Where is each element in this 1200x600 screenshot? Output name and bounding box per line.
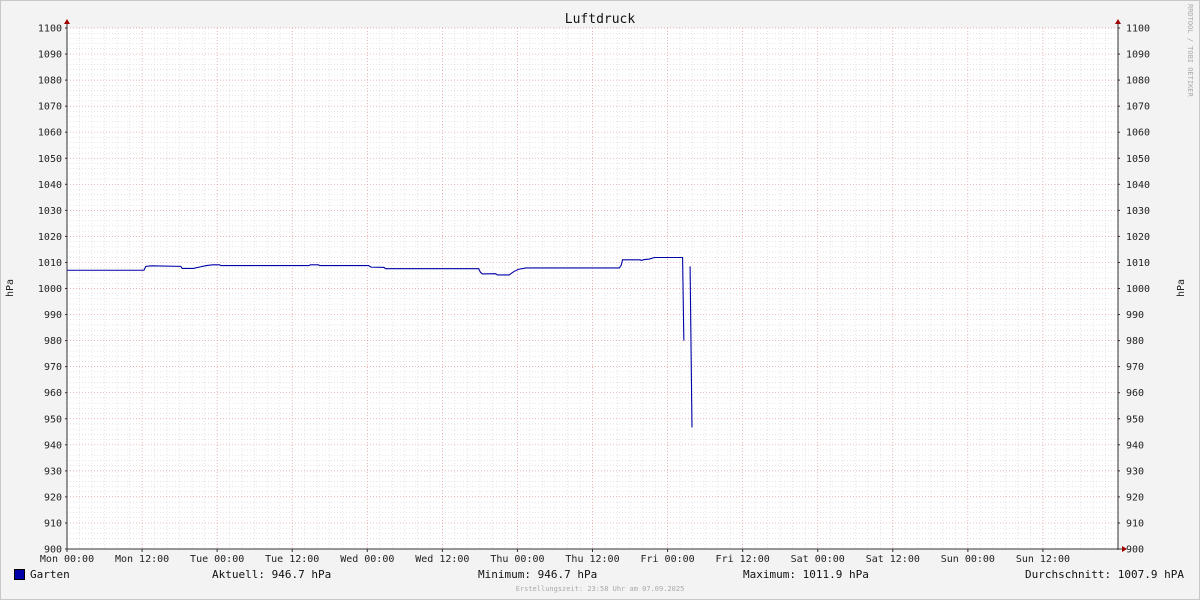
watermark: RRDTOOL / TOBI OETIKER <box>1186 4 1194 98</box>
y-ticks-right: 900 910 920 930 940 950 960 970 980 990 1000 1010 10… <box>1126 24 1150 556</box>
y-ticks-left: 9009109209309409509609709809901000101010… <box>38 24 62 556</box>
legend-maximum: Maximum: 1011.9 hPa <box>743 568 869 581</box>
y-tick-label-right: 1040 <box>1126 180 1150 191</box>
legend-average: Durchschnitt: 1007.9 hPA <box>1025 568 1184 581</box>
y-tick-label-left: 1040 <box>38 180 62 191</box>
y-tick-label-right: 930 <box>1126 466 1144 477</box>
x-tick-label: Tue 00:00 <box>190 554 244 565</box>
y-tick-label-right: 900 <box>1126 545 1144 556</box>
x-tick-label: Tue 12:00 <box>265 554 319 565</box>
y-tick-label-left: 970 <box>44 362 62 373</box>
y-tick-label-left: 950 <box>44 414 62 425</box>
y-tick-label-right: 960 <box>1126 388 1144 399</box>
x-tick-label: Sat 12:00 <box>866 554 920 565</box>
y-tick-label-right: 1030 <box>1126 206 1150 217</box>
y-tick-label-left: 980 <box>44 336 62 347</box>
y-tick-label-left: 940 <box>44 440 62 451</box>
y-tick-label-left: 1010 <box>38 258 62 269</box>
y-tick-label-left: 1100 <box>38 24 62 35</box>
legend-current: Aktuell: 946.7 hPa <box>212 568 332 581</box>
x-tick-label: Sun 12:00 <box>1016 554 1070 565</box>
x-tick-label: Fri 00:00 <box>640 554 694 565</box>
y-tick-label-right: 910 <box>1126 518 1144 529</box>
y-tick-label-right: 1050 <box>1126 154 1150 165</box>
y-tick-label-left: 1020 <box>38 232 62 243</box>
y-tick-label-right: 920 <box>1126 492 1144 503</box>
x-tick-label: Sat 00:00 <box>791 554 845 565</box>
legend-swatch <box>14 569 25 580</box>
y-tick-label-left: 1080 <box>38 76 62 87</box>
x-tick-label: Fri 12:00 <box>716 554 770 565</box>
y-tick-label-left: 960 <box>44 388 62 399</box>
y-axis-arrow-left <box>64 19 70 24</box>
y-tick-label-right: 970 <box>1126 362 1144 373</box>
y-tick-label-left: 1050 <box>38 154 62 165</box>
y-tick-label-left: 930 <box>44 466 62 477</box>
y-axis-label-right: hPa <box>1176 279 1187 297</box>
y-tick-label-left: 920 <box>44 492 62 503</box>
y-tick-label-right: 1000 <box>1126 284 1150 295</box>
y-tick-label-right: 1020 <box>1126 232 1150 243</box>
y-tick-label-right: 1080 <box>1126 76 1150 87</box>
y-tick-label-left: 1070 <box>38 102 62 113</box>
y-tick-label-right: 1070 <box>1126 102 1150 113</box>
legend-minimum: Minimum: 946.7 hPa <box>478 568 598 581</box>
y-tick-label-right: 1010 <box>1126 258 1150 269</box>
grid-lines <box>66 27 1118 550</box>
y-tick-label-right: 990 <box>1126 310 1144 321</box>
x-ticks: Mon 00:00 Mon 12:00 Tue 00:00 Tue 12:00 Wed … <box>40 554 1070 565</box>
y-tick-label-right: 950 <box>1126 414 1144 425</box>
y-tick-label-right: 1090 <box>1126 50 1150 61</box>
y-axis-arrow-right <box>1115 19 1121 24</box>
y-axis-label-left: hPa <box>5 279 16 297</box>
y-tick-label-left: 1000 <box>38 284 62 295</box>
y-tick-label-right: 1100 <box>1126 24 1150 35</box>
x-tick-label: Thu 00:00 <box>490 554 544 565</box>
chart-title: Luftdruck <box>565 12 636 27</box>
pressure-chart: 900 910 920 930 940 950 960 970 980 990 1000 1010 10… <box>5 4 1194 565</box>
y-tick-label-left: 1060 <box>38 128 62 139</box>
y-tick-label-left: 1090 <box>38 50 62 61</box>
x-tick-label: Mon 00:00 <box>40 554 94 565</box>
x-tick-label: Sun 00:00 <box>941 554 995 565</box>
x-tick-label: Wed 12:00 <box>415 554 469 565</box>
x-tick-label: Mon 12:00 <box>115 554 169 565</box>
x-tick-label: Thu 12:00 <box>565 554 619 565</box>
y-tick-label-left: 990 <box>44 310 62 321</box>
x-tick-label: Wed 00:00 <box>340 554 394 565</box>
y-tick-label-right: 980 <box>1126 336 1144 347</box>
y-tick-label-left: 910 <box>44 518 62 529</box>
y-tick-label-left: 1030 <box>38 206 62 217</box>
y-tick-label-right: 940 <box>1126 440 1144 451</box>
y-tick-label-right: 1060 <box>1126 128 1150 139</box>
legend-series-name: Garten <box>30 568 70 581</box>
footer-timestamp: Erstellungszeit: 23:58 Uhr am 07.09.2025 <box>515 585 685 593</box>
